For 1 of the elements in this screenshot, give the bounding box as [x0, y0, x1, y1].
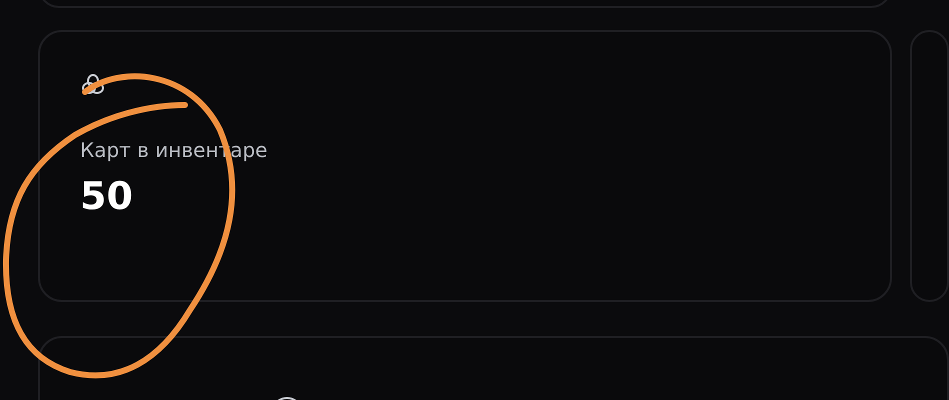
stat-value: 50: [80, 174, 134, 220]
